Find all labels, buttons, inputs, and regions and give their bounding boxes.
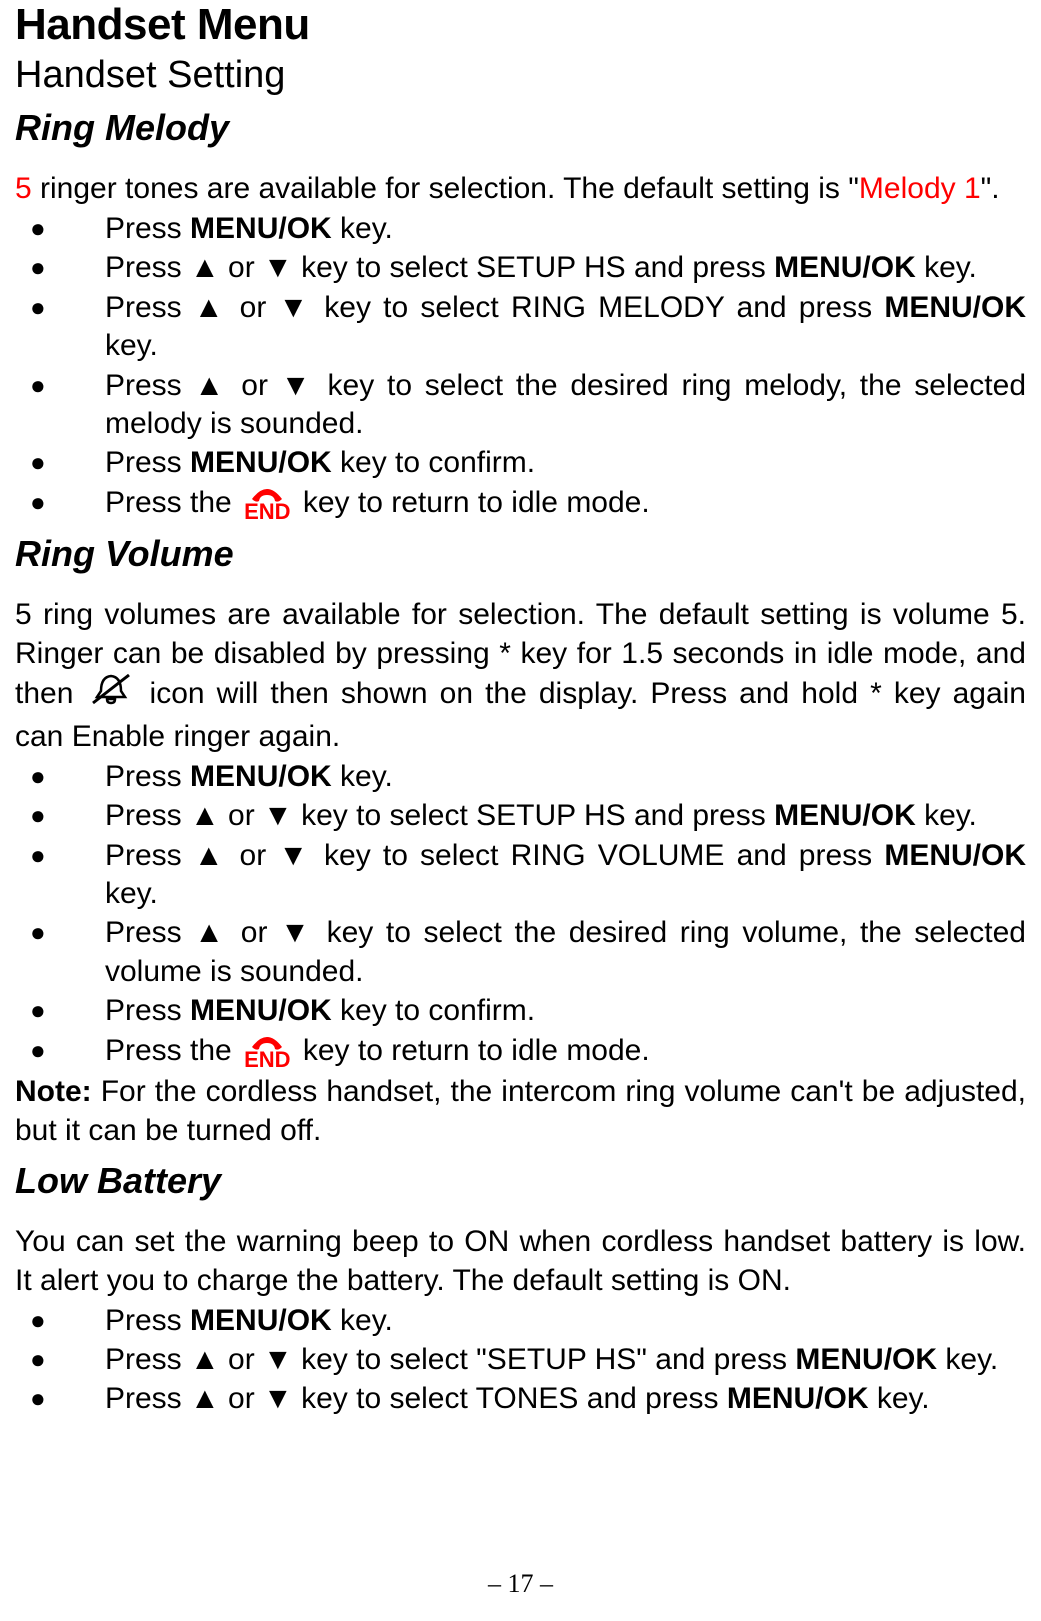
default-melody: Melody 1 <box>859 172 981 205</box>
heading-handset-setting: Handset Setting <box>15 54 1026 97</box>
list-item: Press the END key to return to idle mode… <box>15 1032 1026 1071</box>
list-item: Press ▲ or ▼ key to select the desired r… <box>15 367 1026 444</box>
list-item: Press ▲ or ▼ key to select SETUP HS and … <box>15 797 1026 835</box>
list-item: Press ▲ or ▼ key to select the desired r… <box>15 914 1026 991</box>
list-item: Press ▲ or ▼ key to select TONES and pre… <box>15 1380 1026 1418</box>
ring-melody-steps: Press MENU/OK key. Press ▲ or ▼ key to s… <box>15 210 1026 523</box>
heading-ring-volume: Ring Volume <box>15 533 1026 575</box>
page-number: – 17 – <box>0 1569 1041 1599</box>
ring-melody-intro: 5 ringer tones are available for selecti… <box>15 169 1026 208</box>
list-item: Press MENU/OK key to confirm. <box>15 992 1026 1030</box>
ring-volume-intro: 5 ring volumes are available for selecti… <box>15 595 1026 756</box>
ring-volume-steps: Press MENU/OK key. Press ▲ or ▼ key to s… <box>15 758 1026 1071</box>
ring-volume-note: Note: For the cordless handset, the inte… <box>15 1072 1026 1150</box>
list-item: Press MENU/OK key. <box>15 210 1026 248</box>
heading-ring-melody: Ring Melody <box>15 107 1026 149</box>
list-item: Press the END key to return to idle mode… <box>15 484 1026 523</box>
end-key-icon: END <box>244 1033 290 1071</box>
heading-handset-menu: Handset Menu <box>15 0 1026 50</box>
list-item: Press MENU/OK key. <box>15 1302 1026 1340</box>
list-item: Press MENU/OK key. <box>15 758 1026 796</box>
heading-low-battery: Low Battery <box>15 1160 1026 1202</box>
list-item: Press ▲ or ▼ key to select SETUP HS and … <box>15 249 1026 287</box>
low-battery-intro: You can set the warning beep to ON when … <box>15 1222 1026 1300</box>
low-battery-steps: Press MENU/OK key. Press ▲ or ▼ key to s… <box>15 1302 1026 1419</box>
ringer-off-icon <box>87 673 135 717</box>
list-item: Press MENU/OK key to confirm. <box>15 444 1026 482</box>
list-item: Press ▲ or ▼ key to select RING MELODY a… <box>15 289 1026 366</box>
ring-count: 5 <box>15 172 32 205</box>
list-item: Press ▲ or ▼ key to select "SETUP HS" an… <box>15 1341 1026 1379</box>
list-item: Press ▲ or ▼ key to select RING VOLUME a… <box>15 837 1026 914</box>
end-key-icon: END <box>244 485 290 523</box>
